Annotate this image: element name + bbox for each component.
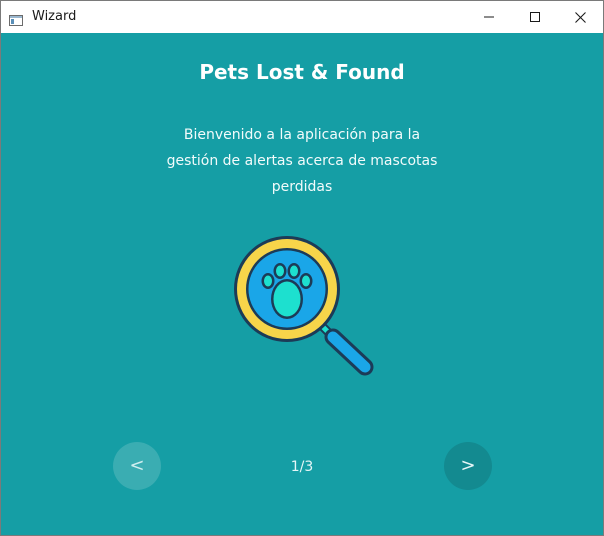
previous-button[interactable]: < — [113, 442, 161, 490]
wizard-content: Pets Lost & Found Bienvenido a la aplica… — [1, 33, 603, 535]
minimize-icon — [484, 16, 494, 18]
window-title: Wizard — [32, 9, 77, 24]
next-button[interactable]: > — [444, 442, 492, 490]
close-icon — [574, 11, 586, 23]
page-indicator: 1/3 — [290, 459, 314, 475]
app-window-icon — [9, 11, 23, 26]
page-title: Pets Lost & Found — [199, 60, 405, 84]
wizard-window: Wizard Pets Lost & Found Bienvenido a la… — [0, 0, 604, 536]
close-button[interactable] — [557, 1, 603, 33]
welcome-description: Bienvenido a la aplicación para la gesti… — [166, 127, 438, 195]
next-label: > — [460, 455, 476, 476]
maximize-icon — [530, 12, 540, 22]
title-bar[interactable]: Wizard — [1, 1, 603, 33]
minimize-button[interactable] — [466, 1, 512, 33]
maximize-button[interactable] — [512, 1, 558, 33]
previous-label: < — [129, 455, 145, 476]
magnifier-paw-icon — [229, 233, 377, 381]
